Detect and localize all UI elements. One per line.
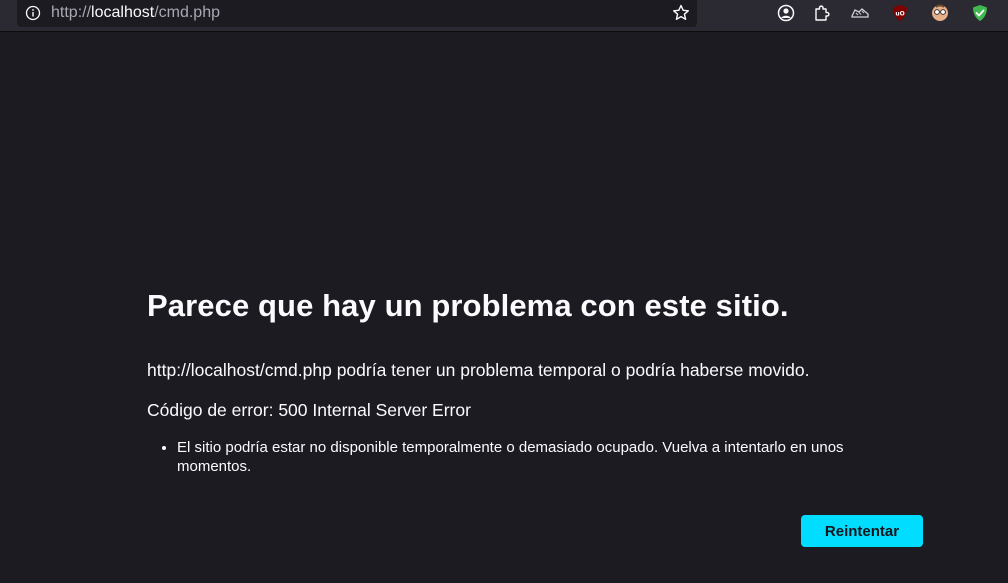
account-icon[interactable]	[776, 3, 796, 23]
error-code: Código de error: 500 Internal Server Err…	[147, 400, 471, 420]
face-extension-icon[interactable]	[930, 3, 950, 23]
error-description: http://localhost/cmd.php podría tener un…	[147, 360, 810, 380]
address-bar[interactable]: http://localhost/cmd.php	[17, 0, 697, 27]
list-item: El sitio podría estar no disponible temp…	[177, 438, 907, 476]
browser-toolbar: http://localhost/cmd.php uO	[0, 0, 1008, 32]
error-content: Parece que hay un problema con este siti…	[147, 284, 927, 476]
url-prefix: http://	[51, 4, 92, 21]
svg-text:uO: uO	[895, 11, 904, 18]
shoe-extension-icon[interactable]	[850, 3, 870, 23]
url-host: localhost	[91, 4, 155, 21]
star-icon[interactable]	[671, 3, 691, 23]
retry-button[interactable]: Reintentar	[801, 515, 923, 547]
url-path: /cmd.php	[154, 4, 220, 21]
url-text[interactable]: http://localhost/cmd.php	[51, 3, 220, 23]
shield-check-icon[interactable]	[970, 3, 990, 23]
ublock-origin-icon[interactable]: uO	[890, 3, 910, 23]
suggestion-list: El sitio podría estar no disponible temp…	[147, 438, 907, 476]
puzzle-extensions-icon[interactable]	[812, 3, 832, 23]
error-title: Parece que hay un problema con este siti…	[147, 288, 789, 323]
info-icon[interactable]	[25, 5, 41, 21]
